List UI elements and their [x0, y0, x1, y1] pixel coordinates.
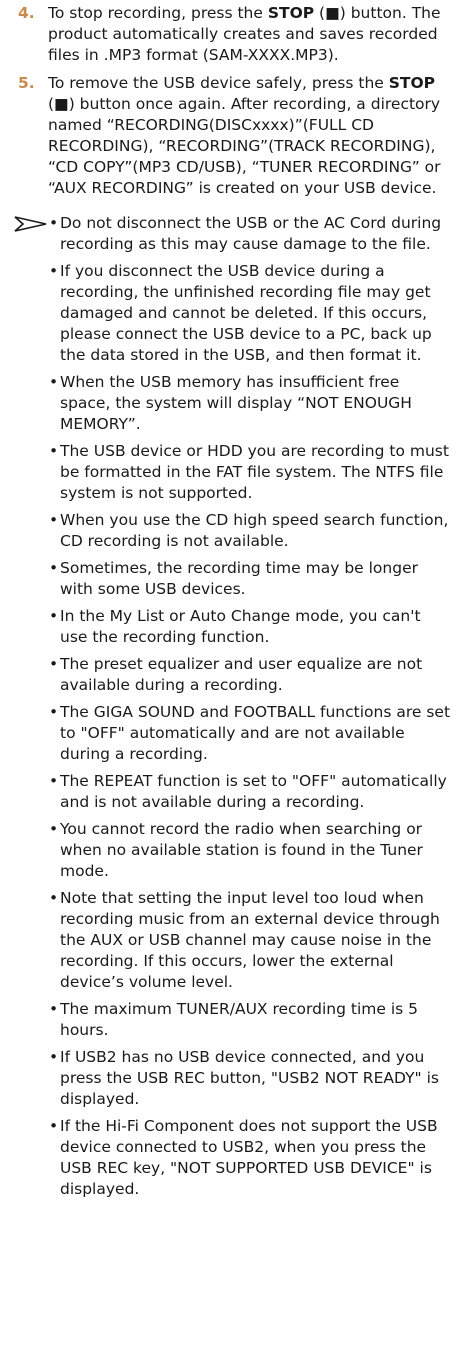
- step-text: To stop recording, press the: [48, 4, 268, 22]
- note-item: • You cannot record the radio when search…: [0, 819, 462, 882]
- step-number: 5.: [18, 74, 35, 92]
- note-text: If the Hi-Fi Component does not support …: [60, 1117, 438, 1198]
- step-5: 5. To remove the USB device safely, pres…: [0, 73, 462, 199]
- bullet: •: [49, 655, 59, 673]
- bullet: •: [49, 373, 59, 391]
- bullet: •: [49, 559, 59, 577]
- manual-page: 4. To stop recording, press the STOP (■)…: [0, 0, 462, 1365]
- note-text: The REPEAT function is set to "OFF" auto…: [60, 772, 447, 811]
- note-text: When you use the CD high speed search fu…: [60, 511, 449, 550]
- note-item: • Do not disconnect the USB or the AC Cor…: [0, 213, 462, 255]
- bullet: •: [49, 1000, 59, 1018]
- note-item: • The GIGA SOUND and FOOTBALL functions a…: [0, 702, 462, 765]
- note-item: • If the Hi-Fi Component does not support…: [0, 1116, 462, 1200]
- step-4: 4. To stop recording, press the STOP (■)…: [0, 3, 462, 66]
- bullet: •: [49, 607, 59, 625]
- note-item: • If USB2 has no USB device connected, an…: [0, 1047, 462, 1110]
- note-text: If you disconnect the USB device during …: [60, 262, 432, 364]
- step-number: 4.: [18, 4, 35, 22]
- bullet: •: [49, 442, 59, 460]
- bullet: •: [49, 262, 59, 280]
- stop-keyword: STOP: [267, 4, 315, 22]
- note-item: • The preset equalizer and user equalize …: [0, 654, 462, 696]
- note-item: • If you disconnect the USB device during…: [0, 261, 462, 366]
- note-text: The preset equalizer and user equalize a…: [60, 655, 423, 694]
- note-item: • The USB device or HDD you are recording…: [0, 441, 462, 504]
- bullet: •: [49, 511, 59, 529]
- note-item: • When you use the CD high speed search f…: [0, 510, 462, 552]
- bullet: •: [49, 772, 59, 790]
- bullet: •: [49, 1048, 59, 1066]
- note-text: Do not disconnect the USB or the AC Cord…: [60, 214, 442, 253]
- stop-keyword: STOP: [388, 74, 436, 92]
- note-text: You cannot record the radio when searchi…: [60, 820, 423, 880]
- note-item: • The REPEAT function is set to "OFF" aut…: [0, 771, 462, 813]
- note-item: • The maximum TUNER/AUX recording time is…: [0, 999, 462, 1041]
- note-text: The GIGA SOUND and FOOTBALL functions ar…: [60, 703, 451, 763]
- note-item: • When the USB memory has insufficient fr…: [0, 372, 462, 435]
- note-item: • In the My List or Auto Change mode, you…: [0, 606, 462, 648]
- note-text: When the USB memory has insufficient fre…: [60, 373, 412, 433]
- step-text: (■) button once again. After recording, …: [48, 95, 441, 197]
- note-text: In the My List or Auto Change mode, you …: [60, 607, 421, 646]
- bullet: •: [49, 214, 59, 232]
- step-text: To remove the USB device safely, press t…: [48, 74, 389, 92]
- bullet: •: [49, 889, 59, 907]
- note-text: The USB device or HDD you are recording …: [60, 442, 449, 502]
- note-text: If USB2 has no USB device connected, and…: [60, 1048, 439, 1108]
- notes-section: • Do not disconnect the USB or the AC Cor…: [0, 213, 462, 1200]
- bullet: •: [49, 820, 59, 838]
- note-text: The maximum TUNER/AUX recording time is …: [60, 1000, 418, 1039]
- note-item: • Sometimes, the recording time may be lo…: [0, 558, 462, 600]
- note-item: • Note that setting the input level too l…: [0, 888, 462, 993]
- note-text: Sometimes, the recording time may be lon…: [60, 559, 418, 598]
- bullet: •: [49, 703, 59, 721]
- note-text: Note that setting the input level too lo…: [60, 889, 440, 991]
- bullet: •: [49, 1117, 59, 1135]
